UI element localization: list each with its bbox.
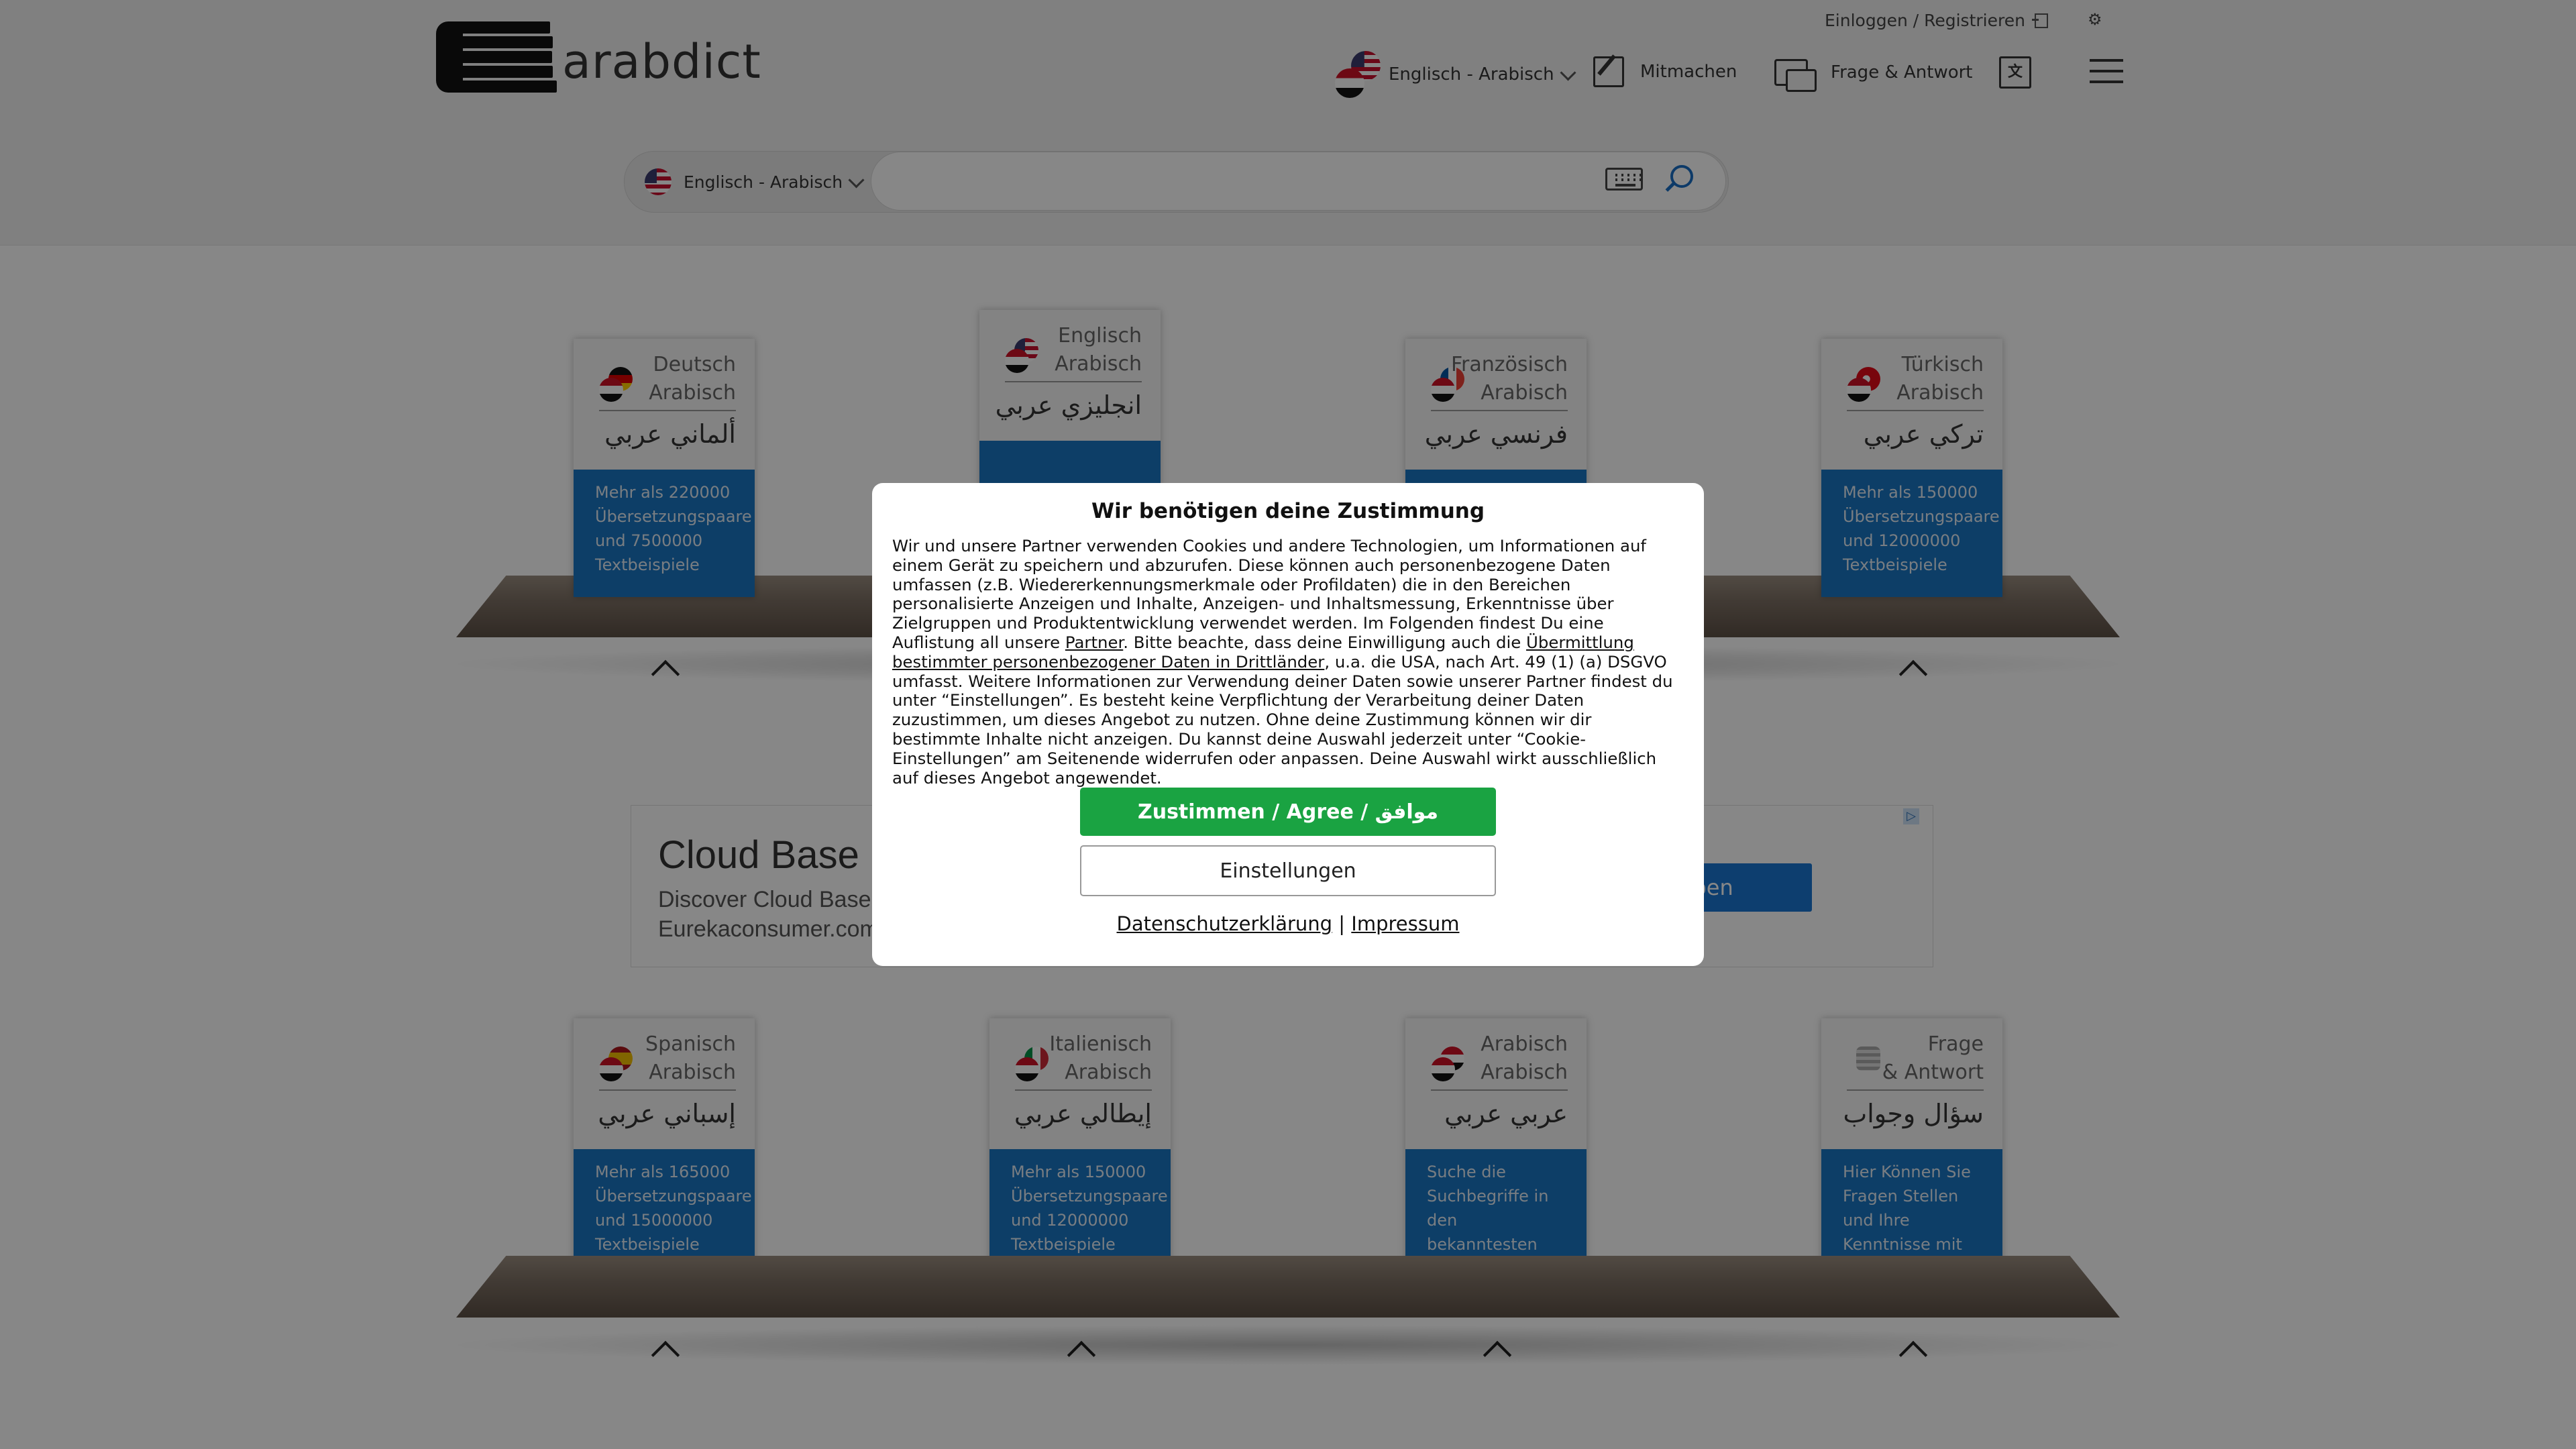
- link-separator: |: [1338, 912, 1346, 935]
- consent-dialog: Wir benötigen deine Zustimmung Wir und u…: [872, 483, 1704, 966]
- consent-text-part2: . Bitte beachte, dass deine Einwilligung…: [1123, 632, 1521, 652]
- consent-links: Datenschutzerklärung | Impressum: [872, 912, 1704, 935]
- settings-button[interactable]: Einstellungen: [1080, 845, 1496, 896]
- consent-text: Wir und unsere Partner verwenden Cookies…: [892, 536, 1684, 788]
- consent-title: Wir benötigen deine Zustimmung: [1091, 499, 1485, 523]
- partner-link[interactable]: Partner: [1065, 633, 1123, 652]
- privacy-link[interactable]: Datenschutzerklärung: [1117, 912, 1333, 935]
- agree-button[interactable]: Zustimmen / Agree / موافق: [1080, 788, 1496, 836]
- consent-text-part3: , u.a. die USA, nach Art. 49 (1) (a) DSG…: [892, 651, 1673, 788]
- imprint-link[interactable]: Impressum: [1351, 912, 1459, 935]
